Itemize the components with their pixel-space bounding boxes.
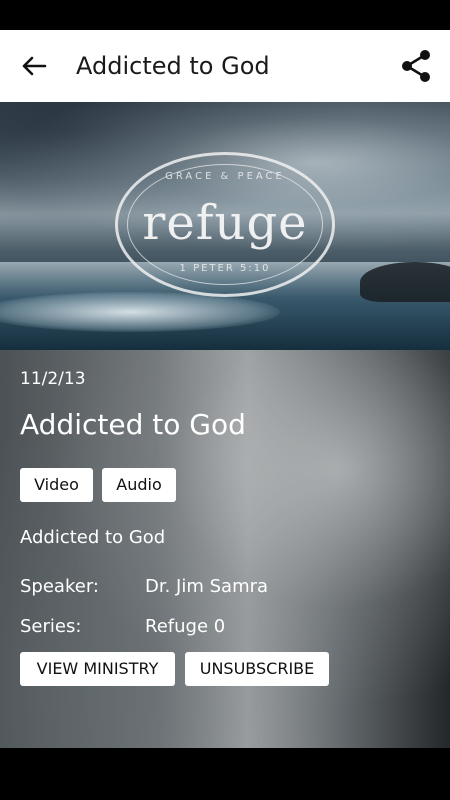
app-bar: Addicted to God [0, 30, 450, 102]
message-title: Addicted to God [20, 408, 246, 441]
message-date: 11/2/13 [20, 369, 86, 389]
message-description: Addicted to God [20, 527, 166, 548]
logo-top-text: GRACE & PEACE [165, 171, 285, 182]
unsubscribe-button[interactable]: UNSUBSCRIBE [185, 652, 329, 686]
share-button[interactable] [396, 46, 436, 86]
series-artwork: GRACE & PEACE refuge 1 PETER 5:10 [0, 102, 450, 350]
logo-bottom-text: 1 PETER 5:10 [179, 263, 271, 274]
refuge-logo: GRACE & PEACE refuge 1 PETER 5:10 [115, 152, 335, 297]
series-value: Refuge 0 [145, 616, 226, 637]
message-details: 11/2/13 Addicted to God Video Audio Addi… [0, 350, 450, 748]
back-button[interactable] [14, 48, 54, 84]
speaker-value: Dr. Jim Samra [145, 576, 269, 597]
status-bar [0, 0, 450, 30]
video-button[interactable]: Video [20, 468, 93, 502]
series-label: Series: [20, 616, 82, 637]
page-title: Addicted to God [76, 52, 270, 80]
logo-word: refuge [142, 195, 308, 251]
view-ministry-button[interactable]: VIEW MINISTRY [20, 652, 175, 686]
share-icon [402, 50, 430, 82]
navigation-bar [0, 748, 450, 800]
rock [360, 262, 450, 302]
arrow-back-icon [22, 56, 47, 76]
speaker-label: Speaker: [20, 576, 99, 597]
audio-button[interactable]: Audio [102, 468, 176, 502]
